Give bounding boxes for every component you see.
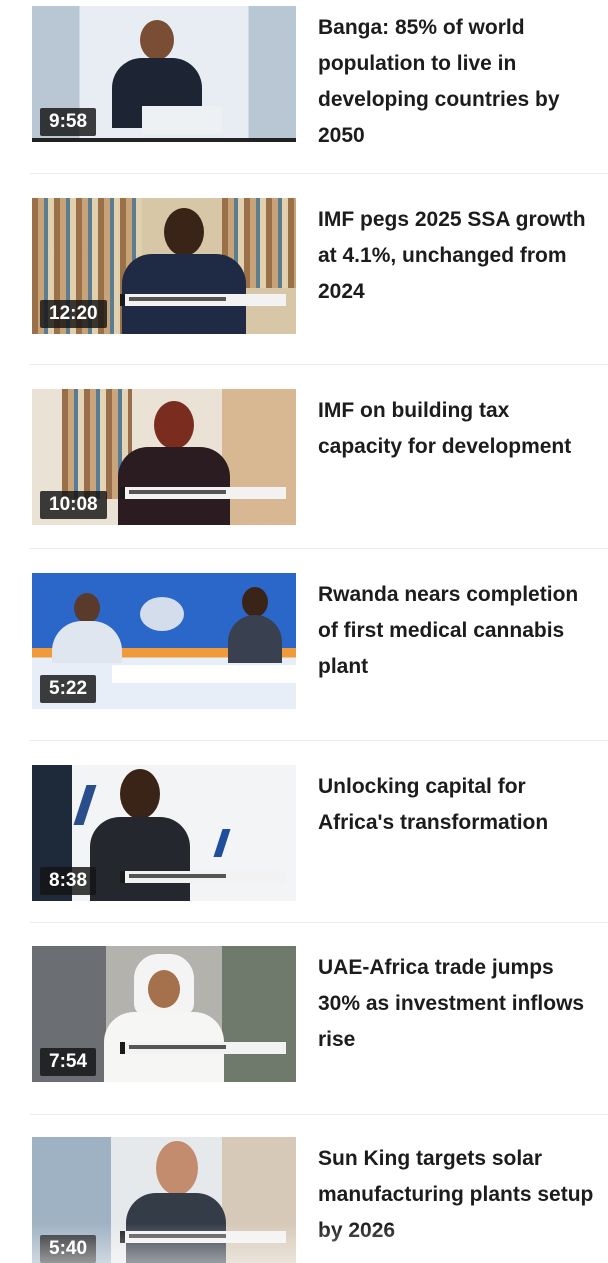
video-feed: 9:58 Banga: 85% of world population to l… — [0, 0, 608, 1263]
video-thumbnail[interactable]: 5:40 — [32, 1137, 296, 1263]
video-item[interactable]: 12:20 IMF pegs 2025 SSA growth at 4.1%, … — [0, 198, 608, 348]
video-thumbnail[interactable]: 7:54 — [32, 946, 296, 1082]
divider — [30, 922, 608, 923]
video-duration: 7:54 — [40, 1048, 97, 1076]
divider — [30, 364, 608, 365]
video-item[interactable]: 10:08 IMF on building tax capacity for d… — [0, 389, 608, 539]
video-item[interactable]: 7:54 UAE-Africa trade jumps 30% as inves… — [0, 946, 608, 1096]
video-thumbnail[interactable]: 5:22 — [32, 573, 296, 709]
video-thumbnail[interactable]: 8:38 — [32, 765, 296, 901]
video-duration: 8:38 — [40, 867, 97, 895]
divider — [30, 740, 608, 741]
video-duration: 5:22 — [40, 675, 97, 703]
divider — [30, 173, 608, 174]
video-title[interactable]: UAE-Africa trade jumps 30% as investment… — [318, 950, 598, 1058]
video-title[interactable]: Unlocking capital for Africa's transform… — [318, 769, 598, 841]
video-title[interactable]: Sun King targets solar manufacturing pla… — [318, 1141, 598, 1249]
divider — [30, 1114, 608, 1115]
video-duration: 9:58 — [40, 108, 97, 136]
video-item[interactable]: 5:40 Sun King targets solar manufacturin… — [0, 1137, 608, 1263]
video-duration: 12:20 — [40, 300, 107, 328]
video-duration: 5:40 — [40, 1235, 97, 1263]
video-item[interactable]: 8:38 Unlocking capital for Africa's tran… — [0, 765, 608, 915]
video-title[interactable]: Banga: 85% of world population to live i… — [318, 10, 598, 154]
video-item[interactable]: 9:58 Banga: 85% of world population to l… — [0, 6, 608, 156]
video-thumbnail[interactable]: 9:58 — [32, 6, 296, 142]
video-thumbnail[interactable]: 10:08 — [32, 389, 296, 525]
video-title[interactable]: IMF pegs 2025 SSA growth at 4.1%, unchan… — [318, 202, 598, 310]
divider — [30, 548, 608, 549]
video-title[interactable]: IMF on building tax capacity for develop… — [318, 393, 598, 465]
video-thumbnail[interactable]: 12:20 — [32, 198, 296, 334]
video-item[interactable]: 5:22 Rwanda nears completion of first me… — [0, 573, 608, 723]
video-duration: 10:08 — [40, 491, 107, 519]
video-title[interactable]: Rwanda nears completion of first medical… — [318, 577, 598, 685]
